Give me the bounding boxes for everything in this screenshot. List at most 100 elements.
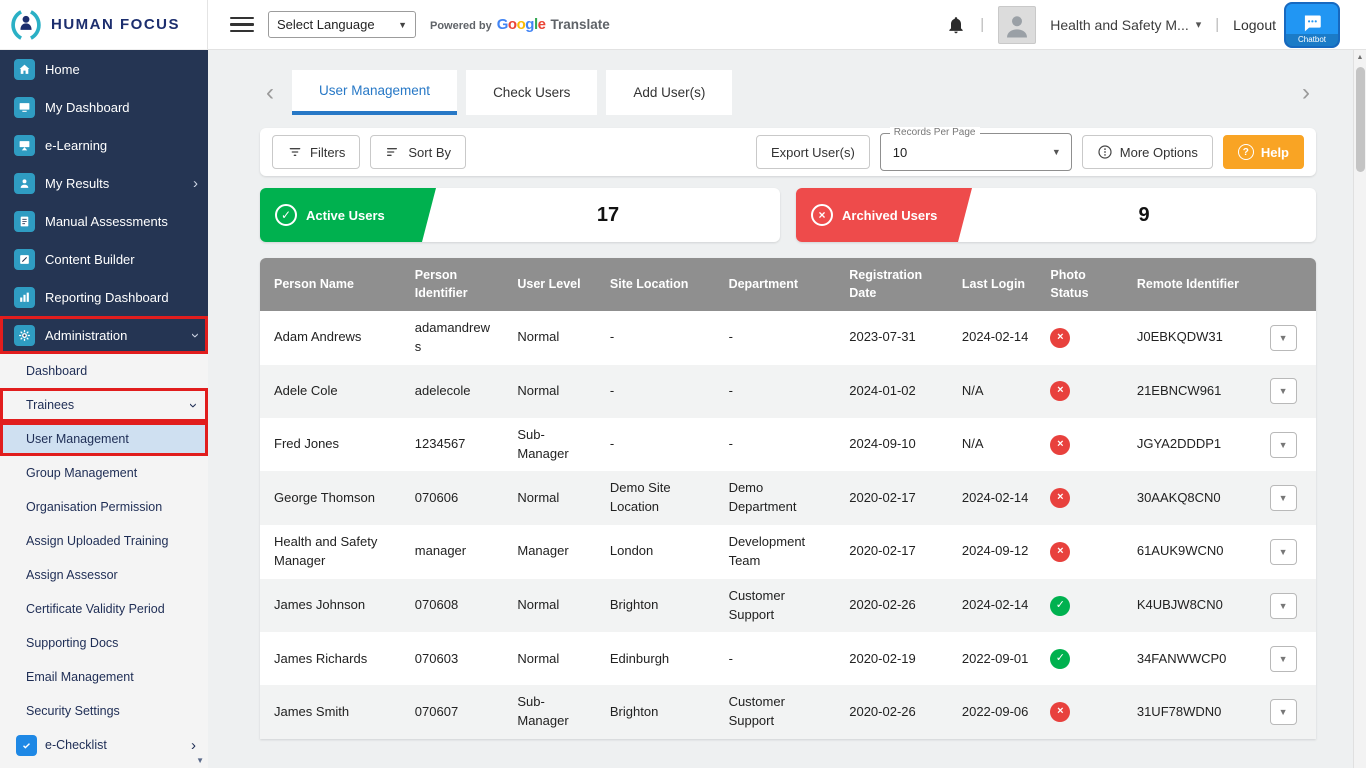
chatbot-label: Chatbot [1286,34,1338,46]
cell-identifier: 070607 [401,685,504,739]
cell-last-login: N/A [948,365,1037,418]
filters-button[interactable]: Filters [272,135,360,169]
google-logo: Google [497,16,546,33]
sidebar-item-trainees[interactable]: Trainees› [0,388,208,422]
tab-check-users[interactable]: Check Users [466,70,597,115]
archived-users-label: Archived Users [842,208,937,223]
table-toolbar: Filters Sort By Export User(s) Records P… [260,128,1316,176]
tabs-scroll-left-icon[interactable]: ‹ [260,81,280,105]
cell-photo-status: × [1036,365,1122,418]
sidebar-item-label: Supporting Docs [26,636,196,650]
cell-department: Development Team [715,525,836,579]
column-header-department: Department [715,258,836,311]
vertical-scrollbar[interactable]: ▲ [1353,50,1366,768]
more-options-button[interactable]: More Options [1082,135,1213,169]
more-options-icon [1097,144,1113,160]
cell-photo-status: × [1036,471,1122,525]
row-actions-button[interactable]: ▼ [1270,593,1297,619]
table-header-row: Person NamePerson IdentifierUser LevelSi… [260,258,1316,311]
row-actions-button[interactable]: ▼ [1270,699,1297,725]
cell-department: - [715,311,836,365]
sidebar-item-dashboard[interactable]: Dashboard [0,354,208,388]
cell-name: Adam Andrews [260,311,401,365]
my-results-icon [14,173,35,194]
cross-circle-icon: × [811,204,833,226]
sidebar-item-supporting-docs[interactable]: Supporting Docs [0,626,208,660]
sidebar-item-e-learning[interactable]: e-Learning [0,126,208,164]
chatbot-button[interactable]: Chatbot [1284,2,1340,48]
sidebar-item-my-results[interactable]: My Results› [0,164,208,202]
cell-last-login: 2024-02-14 [948,311,1037,365]
tab-user-management[interactable]: User Management [292,70,457,115]
top-bar: Select Language ▼ Powered by Google Tran… [208,0,1366,50]
row-actions-button[interactable]: ▼ [1270,378,1297,404]
logo[interactable]: HUMAN FOCUS [0,0,208,50]
sidebar-item-label: Email Management [26,670,196,684]
sort-by-label: Sort By [408,145,451,160]
translate-label: Translate [550,17,609,32]
tab-strip: ‹ User ManagementCheck UsersAdd User(s) … [260,70,1316,115]
sidebar-item-label: Assign Assessor [26,568,196,582]
row-actions-button[interactable]: ▼ [1270,539,1297,565]
language-select[interactable]: Select Language ▼ [268,11,416,38]
sidebar-item-security-settings[interactable]: Security Settings [0,694,208,728]
sidebar: HUMAN FOCUS HomeMy Dashboarde-LearningMy… [0,0,208,768]
e-learning-icon [14,135,35,156]
records-per-page-select[interactable]: Records Per Page 10 ▼ [880,133,1072,171]
cell-site-location: - [596,418,715,472]
row-actions-button[interactable]: ▼ [1270,485,1297,511]
account-menu[interactable]: Health and Safety M... ▾ [1050,17,1201,33]
scroll-up-icon[interactable]: ▲ [1354,50,1366,61]
cell-identifier: 070608 [401,579,504,633]
cell-registration-date: 2024-01-02 [835,365,948,418]
table-row: James Richards070603NormalEdinburgh-2020… [260,632,1316,685]
sidebar-item-content-builder[interactable]: Content Builder [0,240,208,278]
photo-status-cross-icon: × [1050,542,1070,562]
help-button[interactable]: ? Help [1223,135,1304,169]
active-users-label: Active Users [306,208,385,223]
row-actions-button[interactable]: ▼ [1270,646,1297,672]
archived-users-card[interactable]: × Archived Users 9 [796,188,1316,242]
sidebar-item-manual-assessments[interactable]: Manual Assessments [0,202,208,240]
cell-remote-identifier: 61AUK9WCN0 [1123,525,1256,579]
chevron-right-icon: › [191,738,196,753]
cell-site-location: Demo Site Location [596,471,715,525]
sidebar-scroll-down-icon[interactable]: ▼ [196,756,204,765]
active-users-card[interactable]: ✓ Active Users 17 [260,188,780,242]
menu-toggle-button[interactable] [230,17,254,33]
cell-actions: ▼ [1256,685,1316,739]
records-per-page-value: 10 [881,145,1052,160]
scrollbar-thumb[interactable] [1356,67,1365,172]
sidebar-item-reporting-dashboard[interactable]: Reporting Dashboard [0,278,208,316]
sidebar-item-certificate-validity-period[interactable]: Certificate Validity Period [0,592,208,626]
notifications-bell-icon[interactable] [946,15,966,35]
sidebar-item-my-dashboard[interactable]: My Dashboard [0,88,208,126]
sidebar-item-group-management[interactable]: Group Management [0,456,208,490]
cell-photo-status: × [1036,685,1122,739]
avatar[interactable] [998,6,1036,44]
sort-by-button[interactable]: Sort By [370,135,466,169]
question-mark-icon: ? [1238,144,1254,160]
sidebar-item-assign-assessor[interactable]: Assign Assessor [0,558,208,592]
export-users-button[interactable]: Export User(s) [756,135,870,169]
caret-down-icon: ▼ [398,20,407,30]
cell-department: - [715,418,836,472]
tab-label: Check Users [493,85,570,100]
sidebar-item-user-management[interactable]: User Management [0,422,208,456]
logout-link[interactable]: Logout [1233,17,1276,33]
sidebar-item-home[interactable]: Home [0,50,208,88]
row-actions-button[interactable]: ▼ [1270,432,1297,458]
sidebar-item-e-checklist[interactable]: e-Checklist› [0,728,208,762]
sidebar-item-email-management[interactable]: Email Management [0,660,208,694]
cell-department: - [715,632,836,685]
sidebar-item-organisation-permission[interactable]: Organisation Permission [0,490,208,524]
tab-add-user-s[interactable]: Add User(s) [606,70,732,115]
row-actions-button[interactable]: ▼ [1270,325,1297,351]
column-header-actions [1256,258,1316,311]
cell-user-level: Normal [503,365,596,418]
sidebar-item-administration[interactable]: Administration› [0,316,208,354]
cell-user-level: Sub-Manager [503,418,596,472]
sidebar-item-assign-uploaded-training[interactable]: Assign Uploaded Training [0,524,208,558]
cell-department: Customer Support [715,579,836,633]
tabs-scroll-right-icon[interactable]: › [1296,81,1316,105]
